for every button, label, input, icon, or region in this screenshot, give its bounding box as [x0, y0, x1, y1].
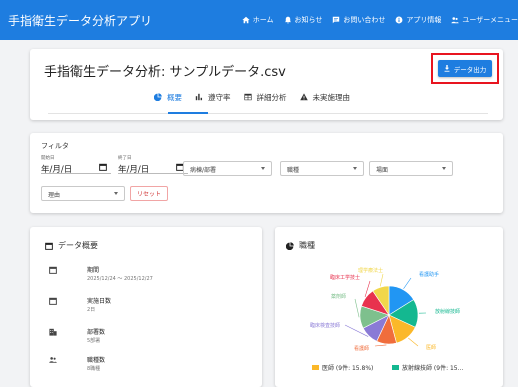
- export-button[interactable]: データ出力: [438, 60, 492, 77]
- ward-select[interactable]: 病棟/部署: [183, 161, 272, 176]
- pie-slice-label: 薬剤師: [331, 293, 346, 300]
- page-title: 手指衛生データ分析: サンプルデータ.csv: [44, 61, 286, 80]
- building-icon: [49, 328, 57, 336]
- overview-days-label: 実施日数: [87, 296, 111, 305]
- bell-icon: [284, 16, 292, 24]
- table-icon: [244, 93, 252, 101]
- legend-swatch: [392, 365, 399, 370]
- tab-detail[interactable]: 詳細分析: [244, 90, 287, 104]
- nav-home-label: ホーム: [253, 15, 274, 25]
- active-tab-indicator: [168, 112, 208, 114]
- start-date-value: 年/月/日: [41, 163, 72, 175]
- nav-user-menu-label: ユーザーメニュー: [462, 15, 518, 25]
- warning-icon: [300, 93, 308, 101]
- tab-divider: [48, 113, 488, 114]
- calendar-icon: [45, 242, 53, 250]
- pie-slice-label: 理学療法士: [358, 267, 383, 274]
- analysis-header-card: 手指衛生データ分析: サンプルデータ.csv データ出力 概要 遵守率 詳細分析…: [30, 49, 503, 120]
- end-date-label: 終了日: [118, 155, 132, 161]
- overview-departments-label: 部署数: [87, 327, 105, 336]
- tab-compliance[interactable]: 遵守率: [195, 90, 231, 104]
- export-highlight-frame: データ出力: [431, 53, 499, 84]
- pie-slice-label: 臨床工学技士: [330, 274, 360, 281]
- pie-leader-line: [404, 278, 411, 289]
- data-overview-card: データ概要 期間 2025/12/24 〜 2025/12/27 実施日数 2日…: [30, 227, 262, 387]
- start-date-label: 開始日: [41, 155, 55, 161]
- nav-contact[interactable]: お問い合わせ: [332, 15, 385, 25]
- app-bar: 手指衛生データ分析アプリ ホーム お知らせ お問い合わせ アプリ情報 ユーザーメ…: [0, 0, 518, 40]
- nav-news-label: お知らせ: [295, 15, 323, 25]
- occupation-chart-card: 職種 看護助手放射線技師医師看護師臨床検査技師薬剤師臨床工学技士理学療法士 医師…: [275, 227, 503, 387]
- scene-select[interactable]: 場面: [369, 161, 453, 176]
- pie-leader-line: [375, 345, 386, 346]
- occupation-select[interactable]: 職種: [280, 161, 364, 176]
- scene-select-placeholder: 場面: [376, 165, 388, 174]
- overview-title-label: データ概要: [58, 240, 98, 251]
- chevron-down-icon: [353, 167, 357, 170]
- tab-compliance-label: 遵守率: [208, 92, 231, 103]
- chevron-down-icon: [261, 167, 265, 170]
- chevron-down-icon: [114, 192, 118, 195]
- nav-user-menu[interactable]: ユーザーメニュー: [451, 15, 518, 25]
- overview-days-value: 2日: [87, 306, 95, 313]
- nav-app-info-label: アプリ情報: [406, 15, 441, 25]
- pie-chart-icon: [154, 93, 162, 101]
- app-title: 手指衛生データ分析アプリ: [8, 12, 152, 29]
- tab-overview[interactable]: 概要: [154, 90, 182, 104]
- people-icon: [49, 356, 57, 364]
- app-nav: ホーム お知らせ お問い合わせ アプリ情報 ユーザーメニュー: [232, 15, 518, 25]
- info-icon: [395, 16, 403, 24]
- chevron-down-icon: [442, 167, 446, 170]
- home-icon: [242, 16, 250, 24]
- nav-contact-label: お問い合わせ: [343, 15, 385, 25]
- download-icon: [444, 65, 450, 72]
- pie-slice-label: 看護助手: [419, 271, 439, 278]
- analysis-tabs: 概要 遵守率 詳細分析 未実施理由: [154, 90, 363, 104]
- pie-leader-line: [380, 274, 383, 286]
- bar-chart-icon: [195, 93, 203, 101]
- legend-swatch: [312, 365, 319, 370]
- export-button-label: データ出力: [454, 64, 487, 74]
- tab-detail-label: 詳細分析: [257, 92, 287, 103]
- chat-icon: [332, 16, 340, 24]
- nav-news[interactable]: お知らせ: [284, 15, 323, 25]
- reset-button[interactable]: リセット: [130, 186, 168, 201]
- nav-home[interactable]: ホーム: [242, 15, 274, 25]
- overview-occupations-label: 職種数: [87, 355, 105, 364]
- start-date-field[interactable]: 開始日 年/月/日: [41, 155, 111, 174]
- pie-slice-label: 医師: [426, 344, 436, 351]
- filter-title: フィルタ: [41, 141, 69, 151]
- occupation-select-placeholder: 職種: [287, 165, 299, 174]
- calendar-icon: [49, 297, 57, 305]
- filter-card: フィルタ 開始日 年/月/日 終了日 年/月/日 病棟/部署 職種 場面 理由 …: [30, 133, 503, 213]
- overview-period-label: 期間: [87, 265, 99, 274]
- pie-slice-label: 放射線技師: [435, 308, 460, 315]
- pie-slice-label: 看護師: [354, 345, 369, 352]
- ward-select-placeholder: 病棟/部署: [190, 165, 216, 174]
- pie-slice-label: 臨床検査技師: [310, 322, 340, 329]
- pie-leader-line: [408, 338, 418, 346]
- calendar-icon: [49, 266, 57, 274]
- overview-departments-value: 5部署: [87, 337, 100, 344]
- reason-select-placeholder: 理由: [48, 190, 60, 199]
- tab-overview-label: 概要: [167, 92, 182, 103]
- calendar-icon[interactable]: [99, 163, 107, 171]
- overview-period-value: 2025/12/24 〜 2025/12/27: [87, 275, 153, 282]
- occupation-pie-chart: 看護助手放射線技師医師 看護師 臨床検査技師 薬剤師 臨床工学技士理学療法士: [275, 227, 503, 387]
- pie-leader-line: [355, 299, 359, 317]
- tab-reasons-label: 未実施理由: [313, 92, 351, 103]
- overview-title: データ概要: [45, 240, 98, 251]
- reason-select[interactable]: 理由: [41, 186, 125, 201]
- end-date-field[interactable]: 終了日 年/月/日: [118, 155, 188, 174]
- users-icon: [451, 16, 459, 24]
- nav-app-info[interactable]: アプリ情報: [395, 15, 441, 25]
- tab-reasons[interactable]: 未実施理由: [300, 90, 351, 104]
- end-date-value: 年/月/日: [118, 163, 149, 175]
